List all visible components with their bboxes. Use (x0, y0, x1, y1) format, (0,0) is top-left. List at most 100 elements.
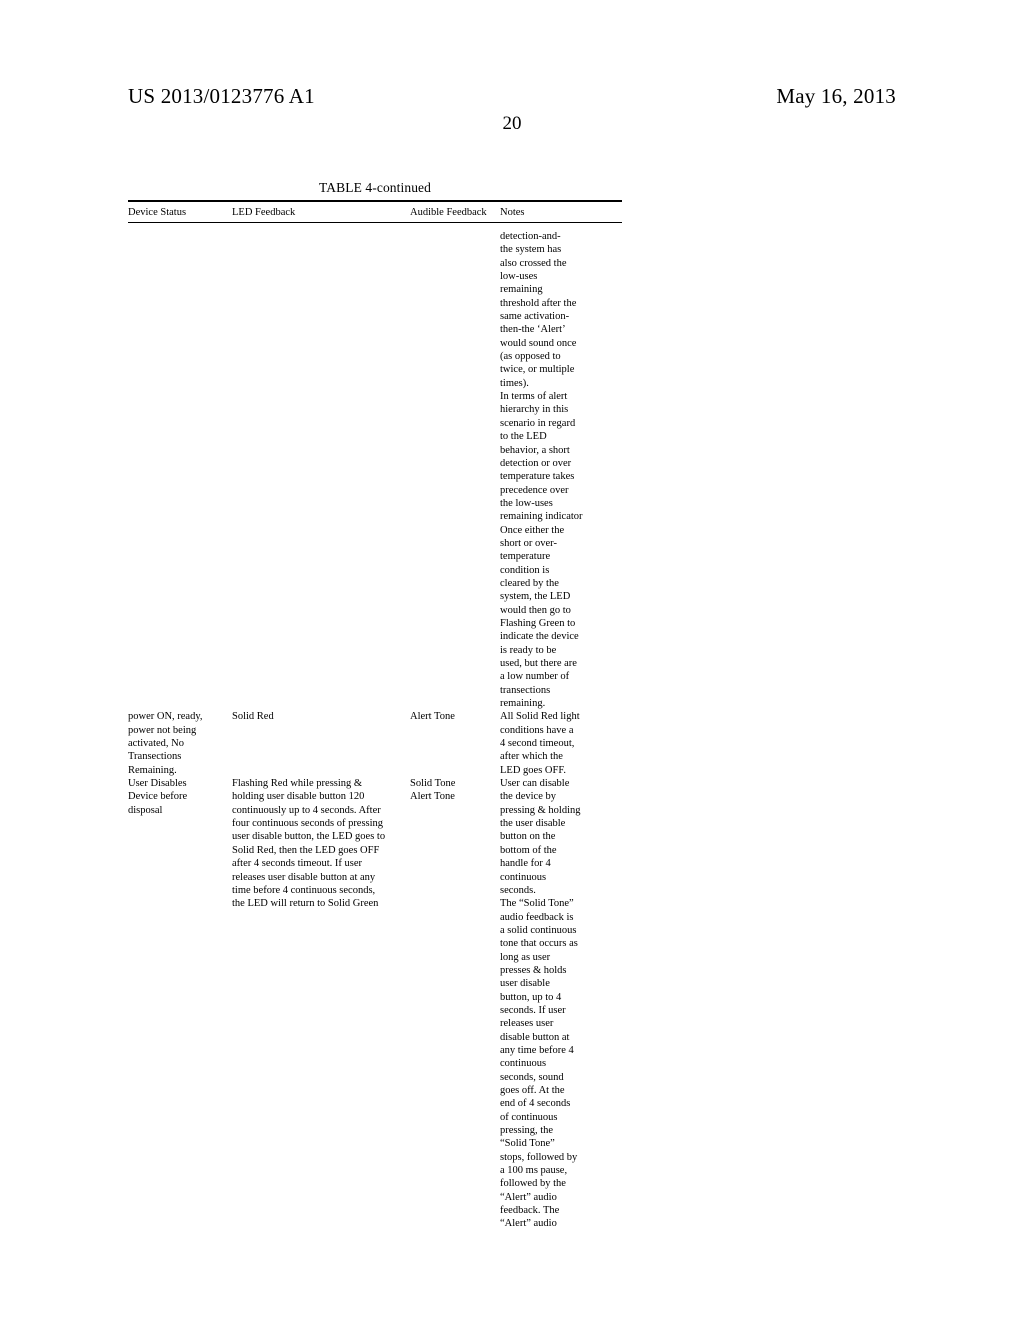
text-line: “Alert” audio (500, 1191, 557, 1203)
text-line: detection-and- (500, 231, 561, 242)
text-line: User can disable (500, 778, 570, 790)
text-line: short or over- (500, 537, 557, 549)
text-line: “Alert” audio (500, 1218, 557, 1230)
text-line: activated, No (128, 738, 184, 750)
text-line: behavior, a short (500, 444, 570, 456)
text-line: indicate the device (500, 631, 579, 643)
text-line: cleared by the (500, 577, 559, 589)
text-line: long as user (500, 951, 551, 963)
text-line: tone that occurs as (500, 938, 578, 950)
text-line: after 4 seconds timeout. If user (232, 858, 363, 870)
text-line: after which the (500, 751, 563, 763)
text-line: condition is (500, 564, 550, 576)
cell-device-status: power ON, ready, power not being activated… (128, 710, 232, 777)
text-line: 4 second timeout, (500, 738, 575, 750)
page-number: 20 (502, 113, 522, 134)
text-line: detection or over (500, 457, 572, 469)
running-head: US 2013/0123776 A1 May 16, 2013 (128, 84, 896, 110)
text-line: low-uses (500, 271, 538, 283)
text-line: transections (500, 684, 551, 696)
text-line: continuous (500, 1058, 547, 1070)
text-line: audio feedback is (500, 911, 574, 923)
text-line: power ON, ready, (128, 711, 203, 723)
text-line: would then go to (500, 604, 571, 616)
cell-led-feedback: Solid Red (232, 710, 410, 723)
text-line: stops, followed by (500, 1151, 578, 1163)
text-line: The “Solid Tone” (500, 898, 574, 910)
cell-notes: detection-and-the system has also crossed… (500, 230, 622, 710)
text-line: continuous (500, 871, 547, 883)
text-line: Flashing Green to (500, 617, 576, 629)
text-line: precedence over (500, 484, 569, 496)
text-line: Solid Red (232, 711, 274, 723)
publication-date: May 16, 2013 (776, 84, 896, 108)
text-line: bottom of the (500, 844, 557, 856)
text-line: “Solid Tone” (500, 1138, 555, 1150)
text-line: Transections (128, 751, 182, 763)
cell-notes: All Solid Red light conditions have a 4 se… (500, 710, 622, 777)
text-line: is ready to be (500, 644, 557, 656)
text-line: button on the (500, 831, 556, 843)
text-line: disable button at (500, 1031, 570, 1043)
table-4-continued: TABLE 4-continued Device Status LED Feed… (128, 180, 622, 1231)
text-line: Device before (128, 791, 188, 803)
text-line: temperature takes (500, 471, 575, 483)
text-line: seconds. (500, 884, 536, 896)
text-line: to the LED (500, 431, 547, 443)
text-line: Solid Tone (410, 778, 456, 790)
text-line: Remaining. (128, 764, 177, 776)
text-line: power not being (128, 724, 197, 736)
text-line: the LED will return to Solid Green (232, 898, 379, 910)
text-line: time before 4 continuous seconds, (232, 884, 376, 896)
text-line: hierarchy in this (500, 404, 569, 416)
cell-led-feedback: Flashing Red while pressing & holding use… (232, 777, 410, 910)
text-line: times). (500, 377, 529, 389)
column-header-notes: Notes (500, 207, 525, 218)
text-line: disposal (128, 804, 163, 816)
text-line: the low-uses (500, 497, 553, 509)
table-body: detection-and-the system has also crossed… (128, 223, 622, 1231)
text-line: a low number of (500, 671, 570, 683)
text-line: the user disable (500, 818, 566, 830)
text-line: the device by (500, 791, 556, 803)
text-line: pressing & holding (500, 804, 581, 816)
text-line: of continuous (500, 1111, 558, 1123)
table-row: User Disables Device before disposal Flashi… (128, 777, 622, 1231)
text-line: Alert Tone (410, 791, 455, 803)
text-line: presses & holds (500, 964, 567, 976)
text-line: button, up to 4 (500, 991, 562, 1003)
text-line: temperature (500, 551, 551, 563)
text-line: would sound once (500, 337, 577, 349)
text-line: handle for 4 (500, 858, 551, 870)
text-line: LED goes OFF. (500, 764, 566, 776)
table-row-continued-notes: detection-and-the system has also crossed… (128, 230, 622, 710)
table-rows-container: power ON, ready, power not being activated… (128, 710, 622, 1230)
text-line: user disable (500, 978, 550, 990)
text-line: system, the LED (500, 591, 571, 603)
column-header-led-feedback: LED Feedback (232, 207, 296, 218)
cell-audible-feedback: Alert Tone (410, 710, 500, 723)
text-line: goes off. At the (500, 1085, 565, 1096)
column-header-device-status: Device Status (128, 207, 187, 218)
text-line: In terms of alert (500, 391, 568, 403)
text-line: a solid continuous (500, 924, 577, 936)
text-line: continuously up to 4 seconds. After (232, 804, 381, 816)
text-line: Alert Tone (410, 711, 455, 723)
table-row: power ON, ready, power not being activated… (128, 710, 622, 777)
text-line: scenario in regard (500, 417, 576, 429)
text-line: used, but there are (500, 658, 577, 669)
text-line: seconds, sound (500, 1071, 564, 1083)
text-line: any time before 4 (500, 1044, 574, 1056)
text-line: holding user disable button 120 (232, 791, 365, 803)
text-line: remaining (500, 284, 543, 296)
text-line: also crossed the (500, 257, 567, 269)
text-line: remaining. (500, 698, 546, 710)
text-line: user disable button, the LED goes to (232, 831, 386, 843)
text-line: followed by the (500, 1178, 566, 1190)
text-line: Solid Red, then the LED goes OFF (232, 844, 380, 856)
cell-notes: User can disable the device by pressing & … (500, 777, 622, 1231)
text-line: pressing, the (500, 1125, 554, 1137)
text-line: same activation- (500, 311, 570, 323)
text-line: releases user (500, 1018, 554, 1030)
table-caption: TABLE 4-continued (319, 180, 431, 195)
